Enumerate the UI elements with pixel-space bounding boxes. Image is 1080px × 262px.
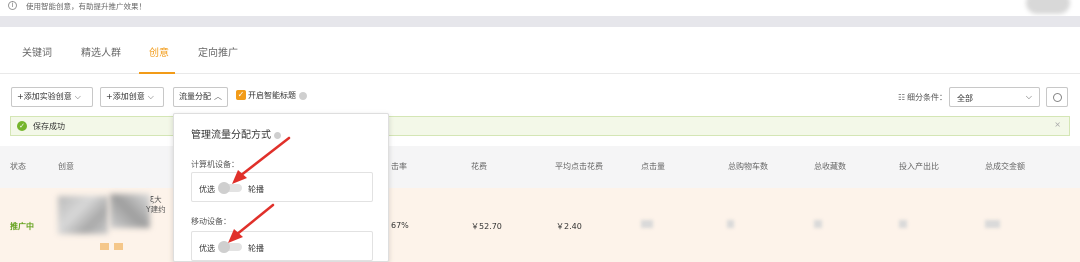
status-badge: 推广中 — [10, 222, 34, 231]
tag-marker — [114, 243, 123, 250]
cell-avg-cpc: ￥2.40 — [556, 222, 582, 231]
toggle-knob — [218, 241, 230, 253]
info-text: 使用智能创意，有助提升推广效果！ — [26, 2, 146, 11]
cell-cart-redacted — [727, 220, 734, 228]
rotate-label: 轮播 — [248, 244, 264, 253]
add-experiment-creative-button[interactable]: +添加实验创意 ⌵ — [11, 87, 93, 107]
col-cart[interactable]: 总购物车数 — [728, 161, 768, 172]
col-roi[interactable]: 投入产出比 — [899, 161, 939, 172]
traffic-allocation-label: 流量分配 — [179, 92, 211, 101]
mobile-toggle-group: 优选 轮播 — [191, 231, 373, 261]
smart-title-label: 开启智能标题 — [248, 90, 307, 101]
mobile-rotation-toggle[interactable] — [218, 241, 242, 253]
tag-marker — [100, 243, 109, 250]
popover-title: 管理流量分配方式 — [191, 126, 281, 141]
tab-keywords[interactable]: 关键词 — [22, 44, 52, 59]
cell-favorites-redacted — [814, 220, 822, 228]
tab-creative[interactable]: 创意 — [149, 44, 169, 59]
smart-title-text: 开启智能标题 — [248, 91, 296, 100]
table-row: 推广中 — [0, 188, 1080, 262]
chevron-down-icon: ⌵ — [1025, 92, 1032, 101]
creative-title-snippet: Y建约 — [146, 205, 166, 214]
col-ctr[interactable]: 击率 — [391, 161, 407, 172]
tab-audience[interactable]: 精选人群 — [81, 44, 121, 59]
filter-value: 全部 — [957, 94, 973, 103]
col-status: 状态 — [10, 162, 26, 171]
help-icon[interactable] — [274, 131, 281, 139]
help-icon[interactable] — [299, 91, 307, 100]
cell-roi-redacted — [899, 220, 907, 228]
popover-title-text: 管理流量分配方式 — [191, 130, 271, 141]
add-creative-label: +添加创意 — [106, 92, 145, 101]
check-circle-icon: ✓ — [17, 121, 27, 131]
filter-select[interactable]: 全部 ⌵ — [949, 87, 1040, 107]
cell-clicks-redacted — [641, 220, 653, 228]
col-favorites[interactable]: 总收藏数 — [814, 161, 846, 172]
info-icon: i — [8, 1, 17, 10]
success-text: 保存成功 — [33, 122, 65, 131]
add-creative-button[interactable]: +添加创意 ⌵ — [100, 87, 164, 107]
desktop-toggle-group: 优选 轮播 — [191, 172, 373, 202]
table-header: 状态 创意 击率 花费 平均点击花费 点击量 总购物车数 总收藏数 投入产出比 … — [0, 146, 1080, 188]
desktop-device-label: 计算机设备： — [191, 160, 239, 169]
creative-thumbnail[interactable] — [58, 196, 108, 234]
chevron-down-icon: ⌵ — [74, 92, 81, 101]
smart-title-checkbox[interactable]: ✓ — [236, 90, 246, 100]
optimize-label: 优选 — [199, 244, 215, 253]
cell-ctr: 67% — [391, 221, 409, 230]
chevron-down-icon: ⌵ — [147, 92, 154, 101]
info-bar: i 使用智能创意，有助提升推广效果！ — [0, 0, 1080, 16]
col-clicks[interactable]: 点击量 — [641, 161, 665, 172]
close-icon[interactable]: × — [1054, 120, 1061, 129]
add-experiment-label: +添加实验创意 — [17, 92, 72, 101]
rotate-label: 轮播 — [248, 185, 264, 194]
filter-icon: ☷ — [898, 93, 906, 102]
tab-targeting[interactable]: 定向推广 — [198, 44, 238, 59]
col-creative: 创意 — [58, 162, 74, 171]
gear-icon — [1053, 93, 1062, 102]
cell-gmv-redacted — [985, 220, 1000, 228]
creative-thumbnail[interactable] — [110, 194, 150, 228]
optimize-label: 优选 — [199, 185, 215, 194]
chevron-up-icon: ︿ — [214, 92, 222, 101]
filter-label: 细分条件： — [907, 93, 947, 102]
toggle-knob — [218, 182, 230, 194]
creative-tags — [100, 243, 130, 251]
traffic-allocation-button[interactable]: 流量分配 ︿ — [173, 87, 228, 107]
col-cost[interactable]: 花费 — [471, 161, 487, 172]
tab-bar: 关键词 精选人群 创意 定向推广 — [0, 36, 1080, 74]
traffic-allocation-popover: 管理流量分配方式 计算机设备： 优选 轮播 移动设备： 优选 轮播 — [173, 113, 389, 262]
mobile-device-label: 移动设备： — [191, 217, 231, 226]
col-gmv[interactable]: 总成交金额 — [985, 161, 1025, 172]
divider-band — [0, 16, 1080, 27]
success-notice: ✓ 保存成功 × — [10, 116, 1070, 136]
col-avg-cpc[interactable]: 平均点击花费 — [555, 161, 603, 172]
desktop-rotation-toggle[interactable] — [218, 182, 242, 194]
cell-cost: ￥52.70 — [471, 222, 502, 231]
settings-button[interactable] — [1046, 87, 1068, 107]
active-tab-indicator — [139, 72, 175, 74]
avatar[interactable] — [1026, 0, 1070, 14]
